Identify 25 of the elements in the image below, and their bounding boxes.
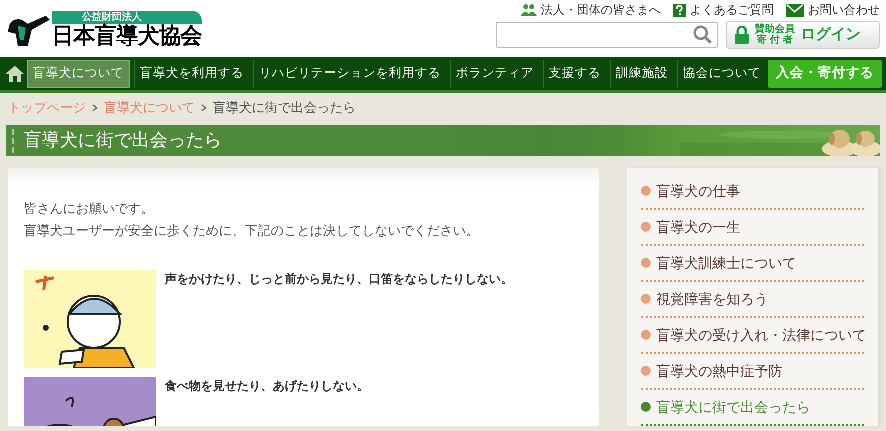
logo-subtitle: 公益財団法人: [52, 11, 202, 24]
sidebar-link[interactable]: 盲導犬の仕事: [640, 174, 864, 210]
nav-tab[interactable]: 支援する: [543, 60, 606, 88]
intro-text: 盲導犬ユーザーが安全に歩くために、下記のことは決してしないでください。: [24, 222, 480, 240]
nav-tab[interactable]: リハビリテーションを利用する: [253, 60, 446, 88]
breadcrumb-current: 盲導犬に街で出会ったら: [213, 99, 356, 118]
nav-tab[interactable]: 協会について: [677, 60, 766, 88]
nav-tab[interactable]: 訓練施設: [610, 60, 673, 88]
page-title: 盲導犬に街で出会ったら: [24, 129, 222, 152]
header-link[interactable]: よくあるご質問: [690, 1, 774, 19]
sidebar-link[interactable]: 盲導犬の一生: [640, 210, 864, 246]
sidebar-link[interactable]: 盲導犬に街で出会ったら: [640, 390, 864, 426]
header-link[interactable]: 法人・団体の皆さまへ: [541, 1, 661, 19]
header-link[interactable]: お問い合わせ: [808, 1, 880, 19]
sidebar-link[interactable]: 盲導犬の受け入れ・法律について: [640, 318, 864, 354]
nav-tab[interactable]: 盲導犬を利用する: [134, 60, 249, 88]
sidebar-link[interactable]: 視覚障害を知ろう: [640, 282, 864, 318]
logo-text[interactable]: 日本盲導犬協会: [52, 24, 202, 48]
rule-text: 食べ物を見せたり、あげたりしない。: [165, 378, 369, 395]
nav-tab[interactable]: 盲導犬について: [27, 60, 130, 88]
intro-text: 皆さんにお願いです。: [24, 200, 155, 218]
sidebar-link[interactable]: 盲導犬訓練士について: [640, 246, 864, 282]
nav-tab[interactable]: ボランティア: [450, 60, 539, 88]
rule-text: 声をかけたり、じっと前から見たり、口笛をならしたりしない。: [165, 271, 513, 288]
sidebar-link[interactable]: 盲導犬の熱中症予防: [640, 354, 864, 390]
